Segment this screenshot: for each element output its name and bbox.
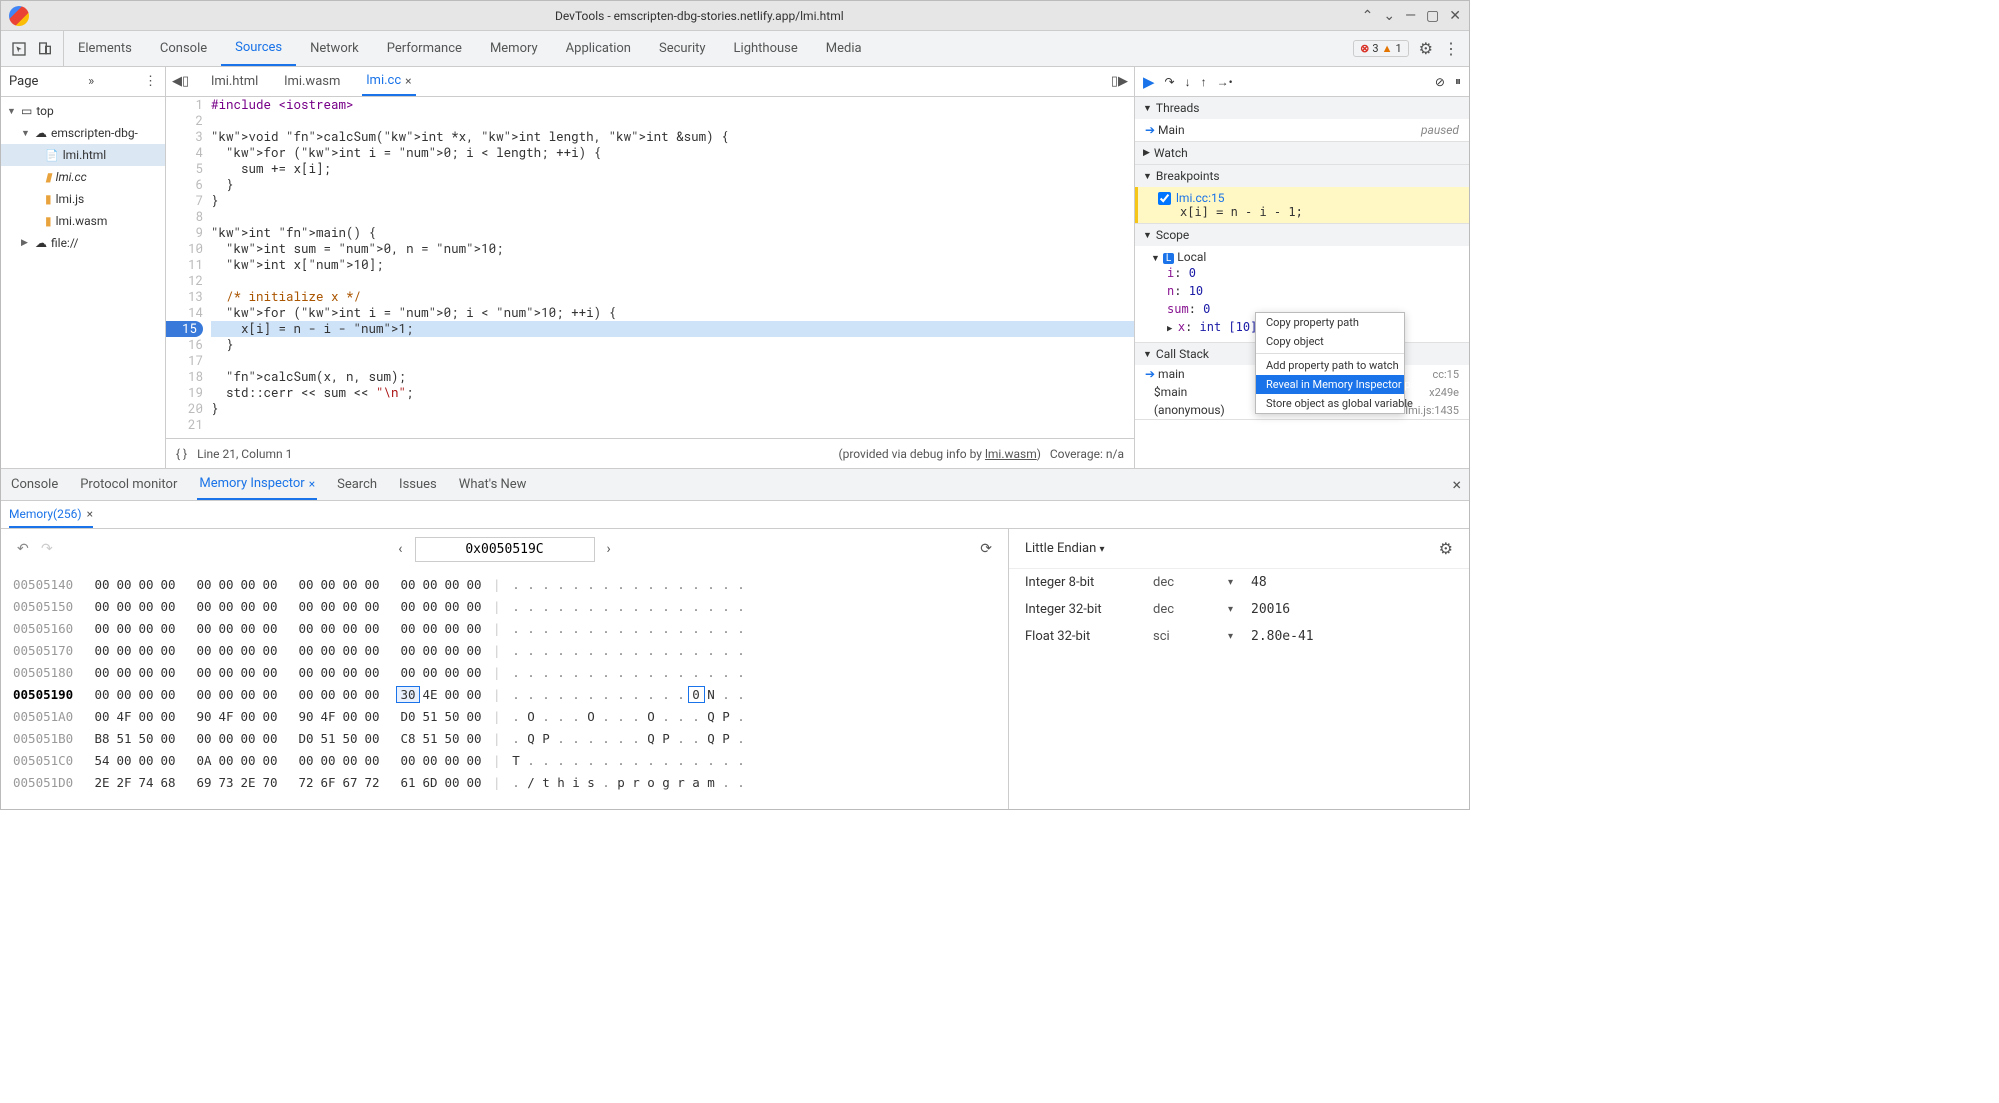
close-tab-icon[interactable]: ×	[405, 74, 411, 88]
memory-tab[interactable]: Memory(256)×	[9, 501, 93, 528]
settings-icon[interactable]: ⚙	[1419, 39, 1433, 58]
debugger-panel: ▶ ↷ ↓ ↑ →• ⊘ ⏸ ▼Threads ➔ Main paused	[1134, 67, 1469, 468]
warning-icon: ▲	[1382, 42, 1393, 55]
close-memory-tab-icon[interactable]: ×	[87, 507, 93, 521]
main-tab-elements[interactable]: Elements	[64, 31, 146, 66]
addr-prev-icon[interactable]: ‹	[398, 541, 402, 557]
step-out-icon[interactable]: ↑	[1201, 75, 1207, 89]
drawer-tab-console[interactable]: Console	[9, 469, 60, 500]
navigator-panel: Page » ⋮ ▼▭top ▼☁emscripten-dbg- lmi.htm…	[1, 67, 166, 468]
main-tab-media[interactable]: Media	[812, 31, 876, 66]
tree-top[interactable]: ▼▭top	[1, 100, 165, 122]
watch-header[interactable]: ▶Watch	[1135, 142, 1469, 164]
value-row: Float 32-bitsci ▾2.80e-41	[1009, 623, 1469, 650]
addr-next-icon[interactable]: ›	[607, 541, 611, 557]
step-icon[interactable]: →•	[1217, 75, 1233, 89]
tree-file-scheme[interactable]: ▶☁file://	[1, 232, 165, 254]
window-titlebar: DevTools - emscripten-dbg-stories.netlif…	[1, 1, 1469, 31]
toggle-debugger-icon[interactable]: ▯▶	[1111, 74, 1128, 89]
main-toolbar: ElementsConsoleSourcesNetworkPerformance…	[1, 31, 1469, 67]
window-title: DevTools - emscripten-dbg-stories.netlif…	[37, 9, 1362, 23]
chevron-up-icon[interactable]: ⌃	[1362, 8, 1374, 24]
resume-icon[interactable]: ▶	[1143, 73, 1155, 91]
device-toggle-icon[interactable]	[37, 41, 53, 57]
format-select[interactable]: dec ▾	[1153, 575, 1233, 590]
main-tab-memory[interactable]: Memory	[476, 31, 552, 66]
close-window-icon[interactable]: ✕	[1449, 8, 1461, 24]
tree-domain[interactable]: ▼☁emscripten-dbg-	[1, 122, 165, 144]
main-tab-application[interactable]: Application	[552, 31, 645, 66]
drawer-tab-what's-new[interactable]: What's New	[457, 469, 529, 500]
tree-file-lmi-cc[interactable]: lmi.cc	[1, 166, 165, 188]
toggle-navigator-icon[interactable]: ◀▯	[172, 74, 189, 89]
more-icon[interactable]: ⋮	[1443, 39, 1459, 58]
value-row: Integer 8-bitdec ▾48	[1009, 569, 1469, 596]
pause-exceptions-icon[interactable]: ⏸	[1455, 74, 1461, 89]
drawer-tab-protocol-monitor[interactable]: Protocol monitor	[78, 469, 179, 500]
threads-header[interactable]: ▼Threads	[1135, 97, 1469, 119]
maximize-icon[interactable]: ▢	[1426, 8, 1439, 24]
address-input[interactable]	[415, 537, 595, 562]
step-over-icon[interactable]: ↷	[1165, 75, 1175, 89]
main-tab-network[interactable]: Network	[296, 31, 373, 66]
value-row: Integer 32-bitdec ▾20016	[1009, 596, 1469, 623]
endianness-select[interactable]: Little Endian ▾	[1025, 541, 1105, 556]
editor-tab-lmi-wasm[interactable]: lmi.wasm	[280, 74, 344, 89]
tree-file-lmi-js[interactable]: lmi.js	[1, 188, 165, 210]
drawer-tab-issues[interactable]: Issues	[397, 469, 439, 500]
drawer-tab-memory-inspector[interactable]: Memory Inspector×	[197, 469, 317, 500]
memory-settings-icon[interactable]: ⚙	[1439, 539, 1453, 558]
editor-panel: ◀▯ lmi.html lmi.wasm lmi.cc× ▯▶ 12345678…	[166, 67, 1134, 468]
thread-main[interactable]: ➔ Main paused	[1135, 119, 1469, 141]
editor-tab-lmi-cc[interactable]: lmi.cc×	[362, 67, 415, 96]
cursor-position: Line 21, Column 1	[197, 447, 292, 461]
format-select[interactable]: dec ▾	[1153, 602, 1233, 617]
error-warning-badge[interactable]: ⊗3 ▲1	[1353, 40, 1408, 57]
navigator-tab-page[interactable]: Page	[9, 74, 38, 89]
format-select[interactable]: sci ▾	[1153, 629, 1233, 644]
navigator-more-icon[interactable]: ⋮	[144, 74, 157, 89]
inspect-icon[interactable]	[11, 41, 27, 57]
scope-var-i[interactable]: i: 0	[1143, 264, 1461, 282]
error-icon: ⊗	[1360, 42, 1369, 55]
context-menu-item[interactable]: Reveal in Memory Inspector panel	[1256, 375, 1404, 394]
pretty-print-icon[interactable]: { }	[176, 447, 187, 461]
scope-var-n[interactable]: n: 10	[1143, 282, 1461, 300]
chrome-icon	[9, 6, 29, 26]
refresh-icon[interactable]: ⟳	[980, 541, 992, 557]
coverage-status: Coverage: n/a	[1050, 447, 1124, 461]
deactivate-breakpoints-icon[interactable]: ⊘	[1435, 75, 1445, 89]
close-drawer-icon[interactable]: ×	[1452, 475, 1461, 494]
breakpoint-checkbox[interactable]	[1158, 192, 1171, 205]
drawer-tab-search[interactable]: Search	[335, 469, 379, 500]
context-menu-item[interactable]: Store object as global variable	[1256, 394, 1404, 413]
step-into-icon[interactable]: ↓	[1185, 75, 1191, 89]
main-tab-sources[interactable]: Sources	[221, 31, 296, 66]
scope-header[interactable]: ▼Scope	[1135, 224, 1469, 246]
context-menu-item[interactable]: Add property path to watch	[1256, 356, 1404, 375]
context-menu: Copy property pathCopy object Add propert…	[1255, 312, 1405, 414]
breakpoint-item[interactable]: lmi.cc:15 x[i] = n - i - 1;	[1135, 187, 1469, 223]
main-tab-security[interactable]: Security	[645, 31, 720, 66]
context-menu-item[interactable]: Copy property path	[1256, 313, 1404, 332]
minimize-icon[interactable]: —	[1405, 8, 1416, 24]
chevron-down-icon[interactable]: ⌄	[1383, 8, 1395, 24]
history-back-icon[interactable]: ↶	[17, 541, 29, 557]
context-menu-item[interactable]: Copy object	[1256, 332, 1404, 351]
tree-file-lmi-wasm[interactable]: lmi.wasm	[1, 210, 165, 232]
drawer-panel: Console Protocol monitor Memory Inspector×…	[1, 469, 1469, 809]
main-tab-console[interactable]: Console	[146, 31, 221, 66]
debug-info-link[interactable]: lmi.wasm	[985, 447, 1037, 461]
main-tab-lighthouse[interactable]: Lighthouse	[720, 31, 812, 66]
tree-file-lmi-html[interactable]: lmi.html	[1, 144, 165, 166]
main-tab-performance[interactable]: Performance	[373, 31, 476, 66]
hex-view[interactable]: 0050514000000000000000000000000000000000…	[1, 569, 1008, 809]
history-forward-icon[interactable]: ↷	[41, 541, 53, 557]
breakpoints-header[interactable]: ▼Breakpoints	[1135, 165, 1469, 187]
editor-tab-lmi-html[interactable]: lmi.html	[207, 74, 262, 89]
